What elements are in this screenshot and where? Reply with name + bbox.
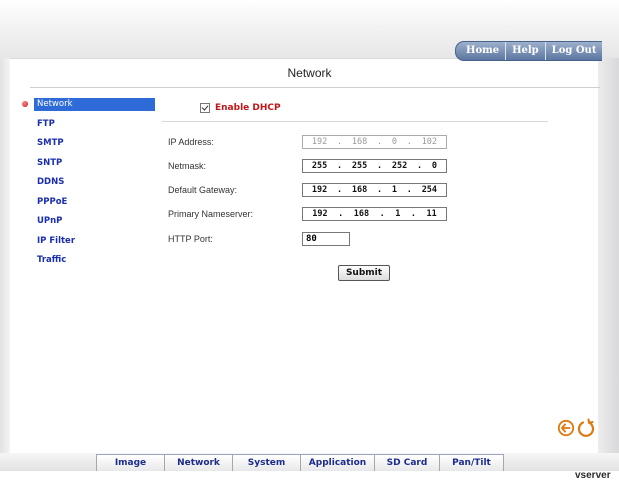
- sidebar-item-pppoe[interactable]: PPPoE: [20, 196, 140, 216]
- sidebar-item-label: IP Filter: [37, 235, 76, 246]
- ip-address-field[interactable]: 192. 168. 0. 102: [302, 135, 447, 149]
- sidebar-item-label: Network: [34, 98, 155, 111]
- http-port-input[interactable]: 80: [302, 232, 350, 246]
- dhcp-checkbox[interactable]: [200, 103, 210, 113]
- ip-address-label: IP Address:: [168, 137, 214, 147]
- gateway-octet: 1: [391, 185, 398, 195]
- sidebar-item-ddns[interactable]: DDNS: [20, 176, 140, 196]
- sidebar-item-label: SNTP: [37, 157, 63, 168]
- netmask-field[interactable]: 255. 255. 252. 0: [302, 159, 447, 173]
- sidebar-item-label: DDNS: [37, 177, 65, 187]
- submit-button[interactable]: Submit: [338, 265, 390, 281]
- netmask-label: Netmask:: [168, 161, 207, 171]
- sidebar-item-label: Traffic: [37, 255, 67, 265]
- ip-octet: 168: [351, 137, 368, 147]
- title-divider: [30, 87, 600, 88]
- reload-icon[interactable]: [576, 418, 596, 438]
- home-tab[interactable]: Home: [456, 42, 505, 60]
- gateway-field[interactable]: 192. 168. 1. 254: [302, 183, 447, 197]
- help-tab[interactable]: Help: [505, 42, 545, 60]
- bottom-tab-sd-card[interactable]: SD Card: [375, 455, 440, 471]
- sidebar-item-traffic[interactable]: Traffic: [20, 254, 140, 274]
- bottom-tab-image[interactable]: Image: [96, 455, 165, 471]
- sidebar-item-label: SMTP: [37, 138, 64, 148]
- header-tabs: Home Help Log Out: [455, 41, 603, 61]
- sidebar-item-label: FTP: [37, 118, 55, 129]
- nameserver-octet: 192: [312, 209, 328, 219]
- sidebar-item-ftp[interactable]: FTP: [20, 118, 140, 138]
- sidebar-item-smtp[interactable]: SMTP: [20, 137, 140, 157]
- sidebar: Network FTP SMTP SNTP DDNS PPPoE UPnP IP…: [20, 98, 155, 274]
- dhcp-row: Enable DHCP: [200, 103, 281, 113]
- sidebar-item-label: PPPoE: [37, 196, 68, 207]
- active-bullet-icon: [22, 101, 28, 107]
- nameserver-field[interactable]: 192. 168. 1. 11: [302, 207, 447, 221]
- bottom-tab-network[interactable]: Network: [165, 455, 233, 471]
- bottom-nav: Image Network System Application SD Card…: [96, 454, 504, 471]
- sidebar-item-upnp[interactable]: UPnP: [20, 215, 140, 235]
- brand-logo: vserver: [575, 470, 611, 481]
- netmask-octet: 255: [351, 161, 368, 171]
- bottom-tab-application[interactable]: Application: [301, 455, 375, 471]
- netmask-octet: 252: [391, 161, 408, 171]
- bottom-tab-pan-tilt[interactable]: Pan/Tilt: [440, 455, 504, 471]
- nameserver-octet: 11: [426, 209, 437, 219]
- netmask-octet: 0: [431, 161, 438, 171]
- ip-octet: 192: [311, 137, 328, 147]
- sidebar-item-ip-filter[interactable]: IP Filter: [20, 235, 140, 255]
- bottom-tab-system[interactable]: System: [233, 455, 301, 471]
- back-arrow-icon[interactable]: [557, 419, 575, 437]
- http-port-label: HTTP Port:: [168, 234, 213, 244]
- nameserver-label: Primary Nameserver:: [168, 209, 254, 219]
- form-divider: [162, 121, 548, 122]
- gateway-label: Default Gateway:: [168, 185, 238, 195]
- frame-right-border: [598, 58, 619, 458]
- gateway-octet: 192: [311, 185, 328, 195]
- ip-octet: 0: [391, 137, 398, 147]
- dhcp-label: Enable DHCP: [215, 103, 281, 113]
- sidebar-item-sntp[interactable]: SNTP: [20, 157, 140, 177]
- sidebar-item-network[interactable]: Network: [20, 98, 155, 118]
- sidebar-item-label: UPnP: [37, 216, 63, 226]
- gateway-octet: 168: [351, 185, 368, 195]
- ip-octet: 102: [421, 137, 438, 147]
- gateway-octet: 254: [421, 185, 438, 195]
- netmask-octet: 255: [311, 161, 328, 171]
- page-title: Network: [287, 66, 332, 80]
- logout-tab[interactable]: Log Out: [544, 42, 603, 60]
- frame-left-border: [0, 58, 10, 458]
- nameserver-octet: 168: [353, 209, 370, 219]
- nameserver-octet: 1: [395, 209, 401, 219]
